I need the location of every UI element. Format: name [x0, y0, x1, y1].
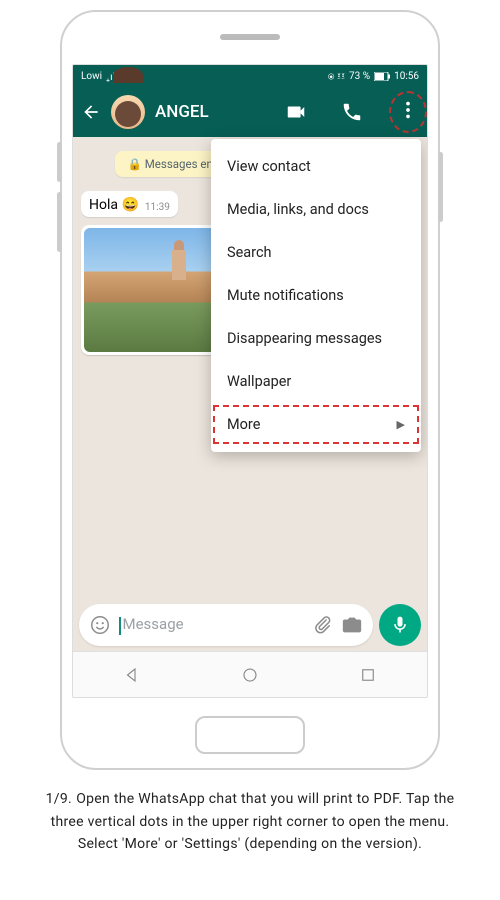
menu-search[interactable]: Search — [211, 231, 421, 274]
volume-up-button — [57, 142, 62, 182]
more-options-button[interactable] — [397, 99, 419, 125]
message-input-area: Message — [73, 601, 427, 649]
chat-header: ANGEL — [73, 87, 427, 137]
message-text: Hola 😄 — [89, 197, 139, 213]
phone-screen: Lowi ₊ıl ⁄ ᯤ ⦿ ፤፤ 73 % 10:56 ANGEL — [72, 64, 428, 698]
power-button — [438, 152, 443, 222]
battery-icon — [374, 72, 390, 81]
nav-back-icon[interactable] — [123, 666, 141, 684]
message-time: 11:39 — [145, 202, 170, 213]
status-indicators: ⦿ ፤፤ — [328, 71, 345, 82]
instruction-caption: 1/9. Open the WhatsApp chat that you wil… — [20, 788, 480, 856]
mic-icon — [390, 615, 410, 635]
menu-wallpaper[interactable]: Wallpaper — [211, 360, 421, 403]
phone-frame: Lowi ₊ıl ⁄ ᯤ ⦿ ፤፤ 73 % 10:56 ANGEL — [60, 10, 440, 770]
attach-icon[interactable] — [311, 614, 333, 636]
highlight-circle — [389, 91, 427, 133]
contact-name[interactable]: ANGEL — [155, 102, 275, 122]
back-icon[interactable] — [81, 102, 101, 122]
emoji-icon[interactable] — [89, 614, 111, 636]
battery-text: 73 % — [349, 71, 370, 82]
message-bubble[interactable]: Hola 😄 11:39 — [81, 191, 178, 217]
menu-view-contact[interactable]: View contact — [211, 145, 421, 188]
options-menu: View contact Media, links, and docs Sear… — [211, 139, 421, 452]
nav-recent-icon[interactable] — [359, 666, 377, 684]
mic-button[interactable] — [379, 604, 421, 646]
voice-call-icon[interactable] — [341, 101, 363, 123]
nav-home-icon[interactable] — [241, 666, 259, 684]
android-nav-bar — [73, 651, 427, 697]
phone-home-button — [195, 716, 305, 754]
phone-speaker — [220, 34, 280, 40]
menu-media-links-docs[interactable]: Media, links, and docs — [211, 188, 421, 231]
clock: 10:56 — [394, 71, 419, 82]
message-input[interactable]: Message — [119, 615, 303, 634]
volume-down-button — [57, 192, 62, 252]
chevron-right-icon: ▶ — [397, 418, 405, 431]
message-input-box[interactable]: Message — [79, 604, 373, 646]
avatar[interactable] — [111, 95, 145, 129]
step-number: 1/9. — [46, 791, 72, 807]
camera-icon[interactable] — [341, 614, 363, 636]
menu-disappearing-messages[interactable]: Disappearing messages — [211, 317, 421, 360]
menu-more[interactable]: More ▶ — [211, 403, 421, 446]
menu-mute-notifications[interactable]: Mute notifications — [211, 274, 421, 317]
carrier-label: Lowi — [81, 71, 102, 82]
video-call-icon[interactable] — [285, 101, 307, 123]
step-text: Open the WhatsApp chat that you will pri… — [51, 791, 455, 852]
